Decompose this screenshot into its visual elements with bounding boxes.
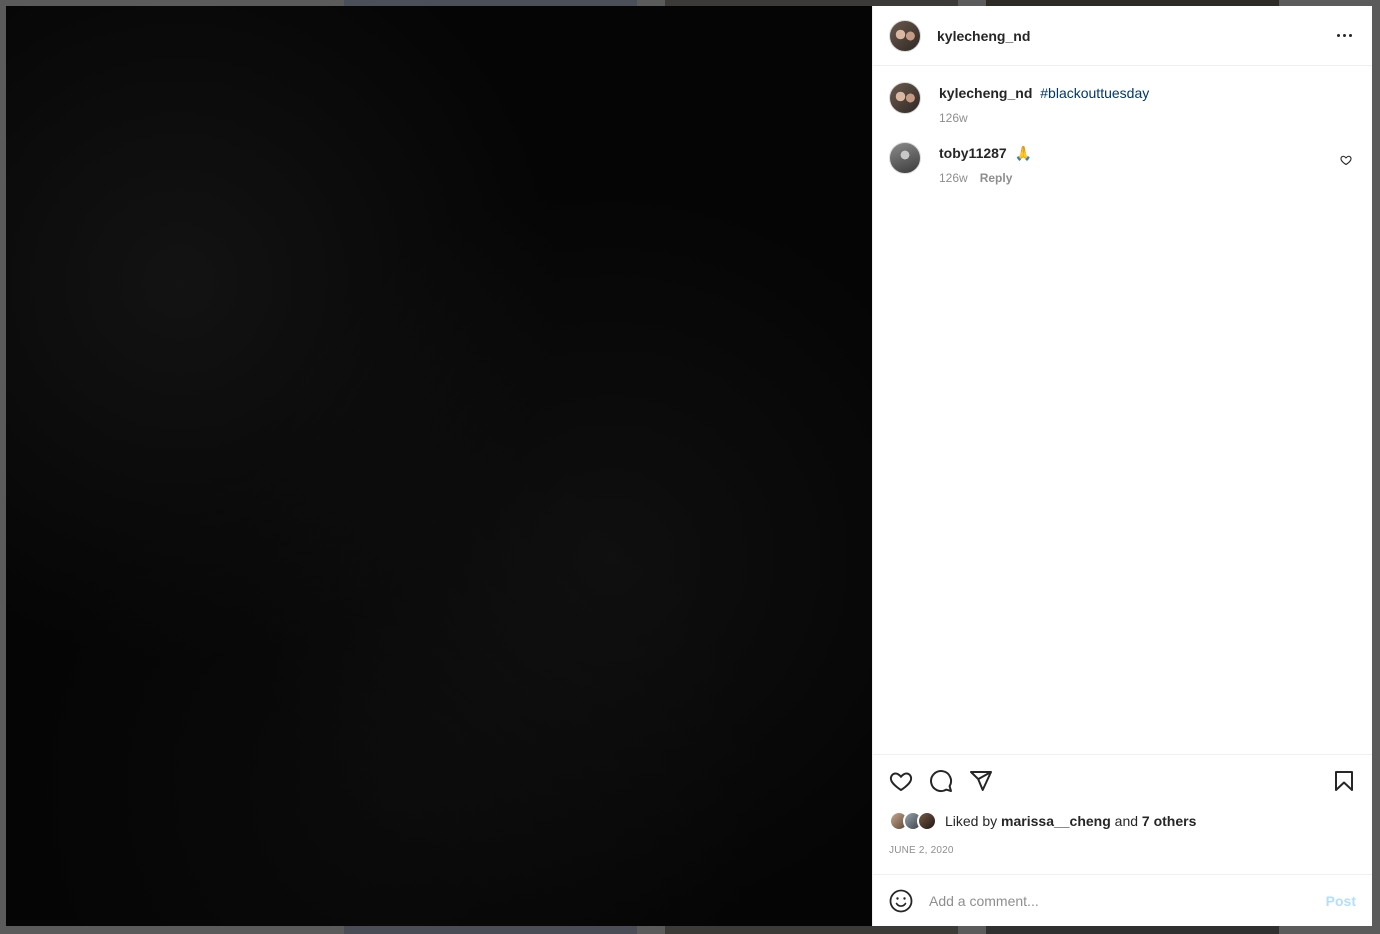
- post-date[interactable]: June 2, 2020: [889, 835, 1356, 874]
- comments-list: kylecheng_nd #blackouttuesday 126w toby1…: [873, 66, 1372, 754]
- comment-input[interactable]: [929, 892, 1326, 909]
- post-side-panel: kylecheng_nd kylecheng_nd #blackouttuesd…: [872, 6, 1372, 926]
- reply-button[interactable]: Reply: [980, 171, 1013, 185]
- author-username[interactable]: kylecheng_nd: [937, 28, 1332, 44]
- commenter-avatar[interactable]: [889, 142, 921, 174]
- liker-avatar: [917, 811, 937, 831]
- action-icons-row: [889, 755, 1356, 807]
- commenter-username[interactable]: toby11287: [939, 145, 1007, 161]
- share-icon[interactable]: [969, 769, 993, 793]
- heart-icon[interactable]: [889, 769, 913, 793]
- liker-avatars[interactable]: [889, 811, 937, 831]
- caption-avatar[interactable]: [889, 82, 921, 114]
- background-thumbnail: [665, 926, 958, 934]
- likes-summary: Liked by marissa__cheng and 7 others: [889, 807, 1356, 835]
- post-button[interactable]: Post: [1326, 893, 1356, 909]
- add-comment-bar: Post: [873, 874, 1372, 926]
- comment-item: toby11287 🙏 126w Reply: [889, 142, 1356, 185]
- caption: kylecheng_nd #blackouttuesday 126w: [889, 82, 1356, 125]
- liker-username[interactable]: marissa__cheng: [1001, 813, 1111, 829]
- caption-hashtag[interactable]: #blackouttuesday: [1040, 85, 1149, 101]
- comment-text: 🙏: [1014, 145, 1033, 161]
- small-heart-icon[interactable]: [1340, 154, 1352, 166]
- post-image[interactable]: [6, 6, 872, 926]
- background-thumbnail: [986, 926, 1279, 934]
- post-actions: Liked by marissa__cheng and 7 others Jun…: [873, 754, 1372, 874]
- comment-age[interactable]: 126w: [939, 171, 968, 185]
- comment-icon[interactable]: [929, 769, 953, 793]
- more-options-icon[interactable]: [1332, 24, 1356, 48]
- caption-username[interactable]: kylecheng_nd: [939, 85, 1032, 101]
- post-modal: kylecheng_nd kylecheng_nd #blackouttuesd…: [6, 6, 1372, 926]
- likes-prefix: Liked by: [945, 813, 998, 829]
- caption-age[interactable]: 126w: [939, 111, 968, 125]
- likes-others-link[interactable]: 7 others: [1142, 813, 1196, 829]
- post-header: kylecheng_nd: [873, 6, 1372, 66]
- emoji-icon[interactable]: [889, 889, 913, 913]
- background-thumbnail: [344, 926, 637, 934]
- bookmark-icon[interactable]: [1332, 769, 1356, 793]
- likes-connector: and: [1114, 813, 1139, 829]
- post-image-content: [6, 6, 872, 926]
- author-avatar[interactable]: [889, 19, 921, 52]
